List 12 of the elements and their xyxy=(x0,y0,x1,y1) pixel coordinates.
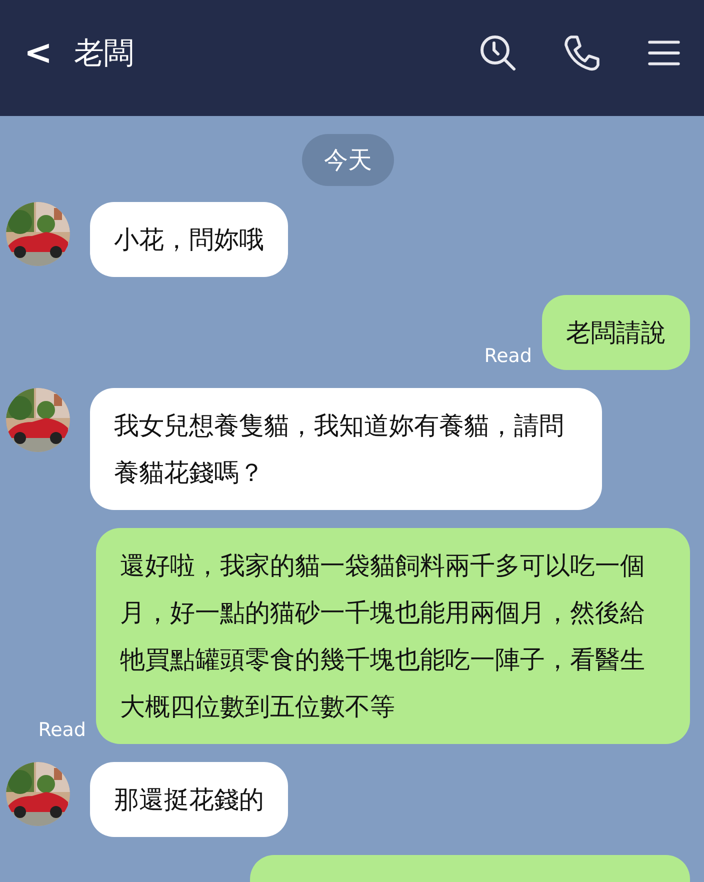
read-receipt: Read xyxy=(484,346,532,366)
message-bubble: 還好啦，我家的貓一袋貓飼料兩千多可以吃一個月，好一點的猫砂一千塊也能用兩個月，然後給牠買點罐頭零食的幾千塊也能吃一陣子，看醫生大概四位數到五位數不等 xyxy=(96,528,690,744)
phone-icon[interactable] xyxy=(562,33,602,73)
message-bubble: 小花，問妳哦 xyxy=(90,202,288,277)
message-bubble: 我女兒想養隻貓，我知道妳有養貓，請問養貓花錢嗎？ xyxy=(90,388,602,510)
message-bubble: 那還挺花錢的 xyxy=(90,762,288,837)
chat-title: 老闆 xyxy=(74,34,135,72)
search-icon[interactable] xyxy=(478,33,518,73)
back-button[interactable]: < xyxy=(24,33,54,73)
date-label: 今天 xyxy=(302,134,394,186)
read-receipt: Read xyxy=(38,720,86,740)
message-bubble: 老闆請說 xyxy=(542,295,690,370)
